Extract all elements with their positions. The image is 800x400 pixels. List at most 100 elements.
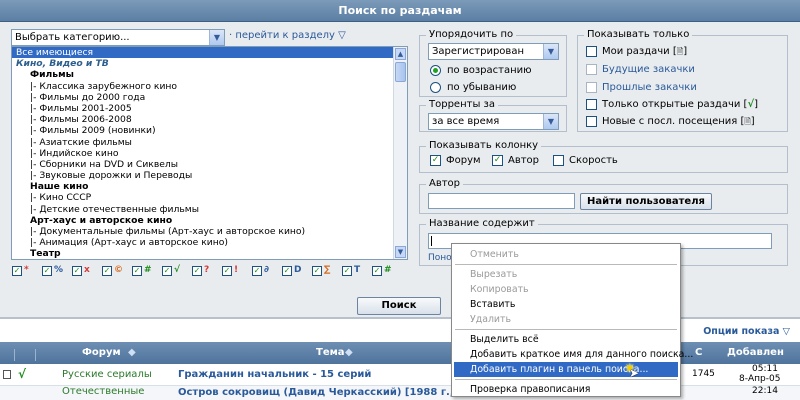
icon-filter-checkbox[interactable]: ✓ — [312, 266, 322, 276]
icon-filter-checkbox[interactable]: ✓ — [252, 266, 262, 276]
icon-filter-item[interactable]: ✓ √ — [162, 265, 184, 277]
future-downloads-link[interactable]: Будущие закачки — [602, 64, 695, 75]
sort-asc-radio[interactable] — [430, 65, 441, 76]
icon-filter-item[interactable]: ✓ # — [372, 265, 394, 277]
icon-filter-item[interactable]: ✓ ∂ — [252, 265, 274, 277]
category-list[interactable]: Все имеющиеся Кино, Видео и ТВ Фильмы |- Кл… — [11, 46, 408, 260]
category-option[interactable]: |- Классика зарубежного кино — [12, 81, 407, 92]
menu-undo[interactable]: Отменить — [454, 247, 678, 262]
scroll-up-icon[interactable]: ▲ — [395, 48, 406, 60]
category-option[interactable]: |- Детские отечественные фильмы — [12, 204, 407, 215]
menu-copy[interactable]: Копировать — [454, 282, 678, 297]
category-option[interactable]: |- Анимация (Арт-хаус и авторское кино) — [12, 237, 407, 248]
menu-add-keyword[interactable]: Добавить краткое имя для данного поиска.… — [454, 347, 693, 362]
icon-filter-checkbox[interactable]: ✓ — [72, 266, 82, 276]
menu-paste[interactable]: Вставить — [454, 297, 678, 312]
category-select[interactable]: Выбрать категорию... ▼ — [11, 29, 225, 46]
icon-filter-checkbox[interactable]: ✓ — [282, 266, 292, 276]
row-title-link[interactable]: Гражданин начальник - 15 серий — [178, 369, 371, 380]
goto-section-link[interactable]: · перейти к разделу ▽ — [229, 30, 346, 41]
category-option[interactable]: Все имеющиеся — [12, 47, 407, 59]
new-since-checkbox[interactable] — [586, 116, 597, 127]
category-option[interactable]: Наше кино — [12, 181, 407, 192]
category-option[interactable]: |- Документальные фильмы (Арт-хаус и авт… — [12, 226, 407, 237]
column-c[interactable]: С — [695, 347, 702, 358]
icon-filter-checkbox[interactable]: ✓ — [12, 266, 22, 276]
icon-filter-item[interactable]: ✓! — [222, 265, 244, 277]
speed-column-checkbox[interactable] — [553, 155, 564, 166]
row-forum-link[interactable]: Отечественные — [62, 386, 144, 397]
icon-filter-checkbox[interactable]: ✓ — [192, 266, 202, 276]
category-option[interactable]: Кино, Видео и ТВ — [12, 58, 407, 69]
menu-spellcheck[interactable]: Проверка правописания — [454, 382, 678, 397]
icon-filter-checkbox[interactable]: ✓ — [102, 266, 112, 276]
icon-filter-item[interactable]: ✓% — [42, 265, 64, 277]
menu-cut[interactable]: Вырезать — [454, 267, 678, 282]
status-symbol-icon: # — [144, 265, 152, 275]
category-option[interactable]: Театр — [12, 248, 407, 259]
future-downloads-checkbox[interactable] — [586, 64, 597, 75]
display-options-link[interactable]: Опции показа ▽ — [703, 326, 790, 337]
menu-add-search-plugin[interactable]: Добавить плагин в панель поиска... — [454, 362, 678, 377]
icon-filter-item[interactable]: ✓ x — [72, 265, 94, 277]
icon-filter-checkbox[interactable]: ✓ — [162, 266, 172, 276]
category-scrollbar[interactable]: ▲ ▼ — [393, 47, 407, 259]
icon-filter-checkbox[interactable]: ✓ — [372, 266, 382, 276]
sort-select[interactable]: Зарегистрирован ▼ — [428, 43, 559, 60]
row-added-time: 22:14 — [752, 386, 778, 396]
category-option[interactable]: |- Фильмы до 2000 года — [12, 92, 407, 103]
row-title-link[interactable]: Остров сокровищ (Давид Черкасский) [1988… — [178, 387, 493, 398]
category-option[interactable]: |- Фильмы 2006-2008 — [12, 114, 407, 125]
menu-delete[interactable]: Удалить — [454, 312, 678, 327]
sort-select-value: Зарегистрирован — [432, 46, 524, 57]
my-torrents-checkbox[interactable] — [586, 46, 597, 57]
title-bar: Поиск по раздачам — [0, 0, 800, 22]
icon-filter-checkbox[interactable]: ✓ — [342, 266, 352, 276]
sort-arrow-icon: ◆ — [345, 347, 353, 358]
icon-filter-item[interactable]: ✓ © — [102, 265, 124, 277]
column-title[interactable]: Тема — [316, 347, 345, 358]
icon-filter-item[interactable]: ✓? — [192, 265, 214, 277]
icon-filter-item[interactable]: ✓ # — [132, 265, 154, 277]
menu-select-all[interactable]: Выделить всё — [454, 332, 678, 347]
status-symbol-icon: ∑ — [324, 265, 331, 275]
category-option[interactable]: Арт-хаус и авторское кино — [12, 215, 407, 226]
search-button[interactable]: Поиск — [357, 297, 441, 315]
author-column-checkbox[interactable]: ✓ — [492, 155, 503, 166]
category-option[interactable]: |- Фильмы 2001-2005 — [12, 103, 407, 114]
icon-filter-checkbox[interactable]: ✓ — [42, 266, 52, 276]
forum-column-checkbox[interactable]: ✓ — [430, 155, 441, 166]
category-option[interactable]: |- Звуковые дорожки и Переводы — [12, 170, 407, 181]
category-option[interactable]: |- Сборники на DVD и Сиквелы — [12, 159, 407, 170]
scroll-thumb[interactable] — [395, 62, 406, 82]
find-user-button[interactable]: Найти пользователя — [580, 193, 712, 210]
icon-filter-checkbox[interactable]: ✓ — [222, 266, 232, 276]
menu-separator — [455, 329, 677, 330]
icon-filter-checkbox[interactable]: ✓ — [132, 266, 142, 276]
category-icon-filters: ✓ * ✓% ✓ x ✓ © ✓ # ✓ √ ✓? ✓! ✓ ∂ ✓ D ✓ ∑ ✓ T ✓ # — [12, 265, 412, 277]
status-symbol-icon: x — [84, 265, 90, 275]
column-forum[interactable]: Форум — [82, 347, 121, 358]
author-input[interactable] — [428, 193, 575, 209]
category-option[interactable]: |- Кино СССР — [12, 192, 407, 203]
row-forum-link[interactable]: Русские сериалы — [62, 369, 152, 380]
scroll-down-icon[interactable]: ▼ — [395, 246, 406, 258]
icon-filter-item[interactable]: ✓ * — [12, 265, 34, 277]
category-option[interactable]: Фильмы — [12, 69, 407, 80]
past-downloads-link[interactable]: Прошлые закачки — [602, 82, 697, 93]
period-fieldset: Торренты за за все время ▼ — [419, 99, 567, 132]
help-link[interactable]: Поно — [428, 253, 452, 263]
open-only-checkbox[interactable] — [586, 99, 597, 110]
icon-filter-item[interactable]: ✓ T — [342, 265, 364, 277]
new-since-label: Новые с посл. посещения [🗎] — [602, 116, 755, 127]
period-select[interactable]: за все время ▼ — [428, 113, 559, 130]
category-option[interactable]: |- Азиатские фильмы — [12, 137, 407, 148]
icon-filter-item[interactable]: ✓ ∑ — [312, 265, 334, 277]
category-option[interactable]: |- Индийское кино — [12, 148, 407, 159]
column-added[interactable]: Добавлен — [727, 347, 784, 358]
icon-filter-item[interactable]: ✓ D — [282, 265, 304, 277]
past-downloads-checkbox[interactable] — [586, 82, 597, 93]
sort-desc-radio[interactable] — [430, 82, 441, 93]
category-option[interactable]: |- Фильмы 2009 (новинки) — [12, 125, 407, 136]
status-symbol-icon: # — [384, 265, 392, 275]
